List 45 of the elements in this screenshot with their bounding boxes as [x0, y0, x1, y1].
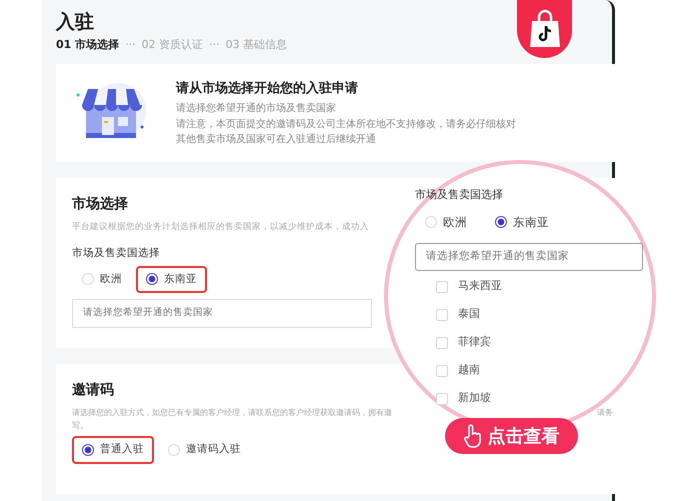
- radio-option[interactable]: 欧洲: [415, 208, 477, 237]
- radio-label: 欧洲: [443, 214, 467, 230]
- radio-option[interactable]: 欧洲: [72, 266, 132, 294]
- pointing-hand-icon: [464, 424, 482, 448]
- radio-option[interactable]: 邀请码入驻: [158, 436, 251, 464]
- step-separator: ···: [209, 36, 220, 53]
- shopping-bag-icon: [528, 9, 562, 49]
- intro-text: 请选择您希望开通的市场及售卖国家: [176, 102, 337, 116]
- step-tab[interactable]: 01 市场选择: [56, 36, 120, 54]
- radio-option[interactable]: 东南亚: [136, 266, 207, 294]
- radio-button[interactable]: [82, 444, 94, 456]
- dropdown-item[interactable]: 马来西亚: [419, 276, 508, 296]
- section-description: 平台建议根据您的业务计划选择相应的售卖国家，以减少维护成本，成功入: [72, 221, 369, 234]
- section-description: 请选择您的入驻方式，如您已有专属的客户经理，请联系您的客户经理获取邀请码，拥有邀: [72, 407, 392, 419]
- radio-label: 东南亚: [164, 272, 197, 286]
- checkbox[interactable]: [436, 336, 448, 348]
- section-title: 邀请码: [72, 381, 114, 400]
- step-separator: ···: [125, 36, 136, 53]
- field-label: 市场及售卖国选择: [415, 187, 503, 203]
- radio-button[interactable]: [495, 216, 507, 228]
- dropdown-item[interactable]: 新加坡: [419, 388, 497, 408]
- radio-label: 东南亚: [513, 214, 549, 230]
- radio-option[interactable]: 普通入驻: [72, 436, 154, 464]
- field-label: 市场及售卖国选择: [72, 246, 160, 261]
- checkbox[interactable]: [436, 280, 448, 292]
- radio-label: 普通入驻: [100, 442, 144, 457]
- intro-text: 请注意，本页面提交的邀请码及公司主体所在地不支持修改，请务必仔细核对: [176, 118, 516, 132]
- section-description: 请务: [597, 407, 613, 419]
- section-description: 写。: [72, 420, 88, 432]
- page-title: 入驻: [56, 10, 94, 35]
- radio-label: 邀请码入驻: [186, 442, 241, 457]
- intro-text: 其他售卖市场及国家可在入驻通过后继续开通: [176, 132, 377, 147]
- view-button[interactable]: 点击查看: [445, 418, 578, 454]
- radio-option[interactable]: 东南亚: [485, 208, 559, 237]
- section-title: 市场选择: [72, 194, 128, 214]
- radio-button[interactable]: [146, 273, 158, 286]
- dropdown-item[interactable]: 菲律宾: [419, 332, 497, 352]
- dropdown-item[interactable]: 泰国: [419, 304, 486, 324]
- country-select-field[interactable]: 请选择您希望开通的售卖国家: [415, 242, 643, 270]
- checkbox[interactable]: [436, 364, 448, 376]
- radio-label: 欧洲: [100, 272, 122, 286]
- intro-title: 请从市场选择开始您的入驻申请: [176, 80, 359, 98]
- dropdown-item[interactable]: 越南: [419, 360, 486, 380]
- checkbox[interactable]: [436, 392, 448, 404]
- checkbox[interactable]: [436, 308, 448, 320]
